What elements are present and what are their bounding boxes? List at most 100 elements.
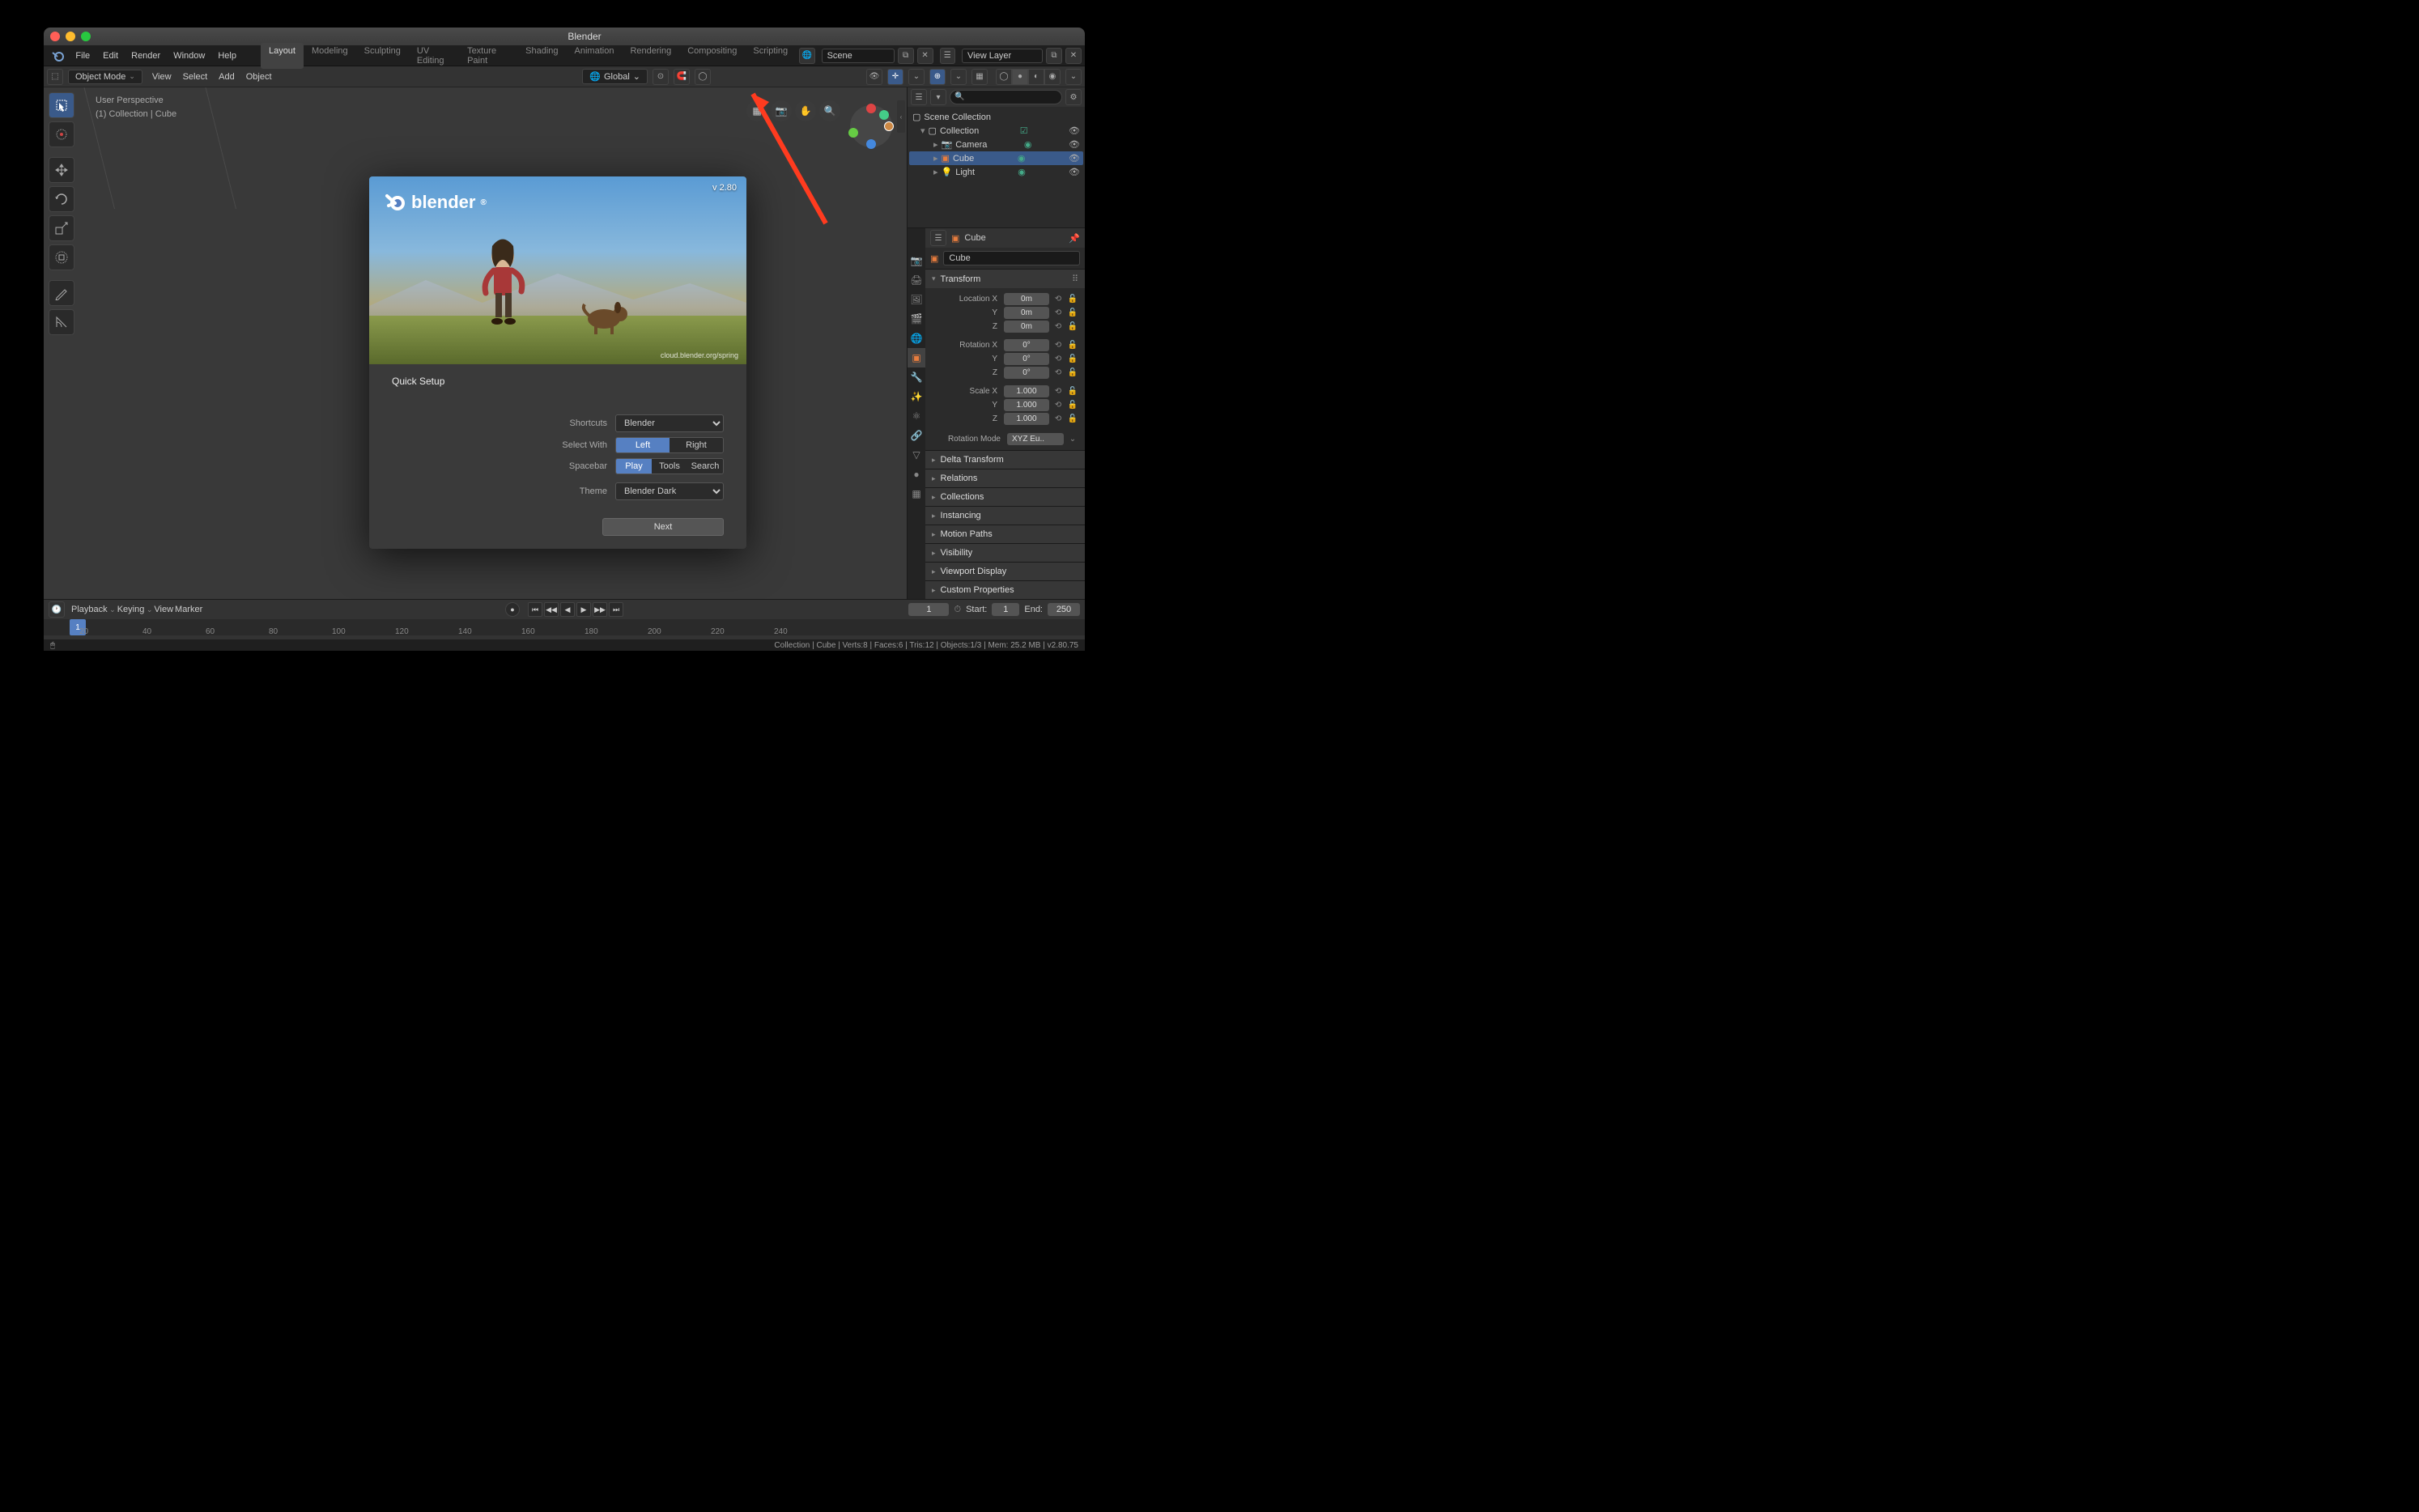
jump-start-icon[interactable]: ⏮ [528, 602, 542, 617]
loc-x[interactable]: 0m [1004, 293, 1049, 305]
menu-help[interactable]: Help [211, 49, 243, 63]
mode-select[interactable]: Object Mode⌄ [68, 70, 142, 84]
timeline-editor-icon[interactable]: 🕐 [49, 601, 65, 618]
object-name-field[interactable]: Cube [943, 251, 1080, 265]
viewport-menu-select[interactable]: Select [178, 70, 213, 84]
tool-select-box[interactable] [49, 92, 74, 118]
new-scene-icon[interactable]: ⧉ [898, 48, 914, 64]
prop-tab-material[interactable]: ● [908, 465, 925, 484]
blender-logo-icon[interactable] [50, 49, 64, 63]
tab-uv-editing[interactable]: UV Editing [409, 43, 459, 69]
prop-tab-data[interactable]: ▽ [908, 445, 925, 465]
panel-delta-transform[interactable]: Delta Transform [925, 451, 1085, 469]
menu-edit[interactable]: Edit [96, 49, 125, 63]
timeline-menu-playback[interactable]: Playback [71, 605, 116, 614]
tab-sculpting[interactable]: Sculpting [356, 43, 409, 69]
window-maximize[interactable] [81, 32, 91, 41]
spacebar-search[interactable]: Search [687, 459, 723, 474]
scale-y[interactable]: 1.000 [1004, 399, 1049, 411]
scale-z[interactable]: 1.000 [1004, 413, 1049, 425]
outliner-search[interactable] [950, 90, 1062, 104]
axis-x-neg[interactable] [848, 128, 858, 138]
menu-file[interactable]: File [69, 49, 96, 63]
render-toggle-icon[interactable]: ☑ [1020, 125, 1028, 136]
spacebar-play[interactable]: Play [616, 459, 652, 474]
shading-wireframe-icon[interactable]: ◯ [996, 69, 1012, 85]
nav-zoom-icon[interactable]: 🔍 [819, 100, 840, 121]
loc-z[interactable]: 0m [1004, 321, 1049, 333]
snap-icon[interactable]: 🧲 [674, 69, 690, 85]
window-close[interactable] [50, 32, 60, 41]
start-frame-field[interactable]: 1 [992, 603, 1019, 616]
pivot-icon[interactable]: ⊙ [653, 69, 669, 85]
panel-relations[interactable]: Relations [925, 469, 1085, 487]
prop-tab-world[interactable]: 🌐 [908, 329, 925, 348]
orbit-gizmo[interactable] [848, 104, 894, 149]
outliner-display-icon[interactable]: ▾ [930, 89, 946, 105]
current-frame-field[interactable]: 1 [908, 603, 949, 616]
tab-layout[interactable]: Layout [261, 43, 304, 69]
tool-annotate[interactable] [49, 280, 74, 306]
overlay-toggle-icon[interactable]: ⊕ [929, 69, 946, 85]
tab-modeling[interactable]: Modeling [304, 43, 356, 69]
panel-instancing[interactable]: Instancing [925, 507, 1085, 525]
prop-tab-render[interactable]: 📷 [908, 251, 925, 270]
visibility-icon[interactable]: 👁 [1069, 125, 1080, 136]
scene-name-field[interactable]: Scene [822, 49, 895, 63]
outliner-editor-icon[interactable]: ☰ [911, 89, 927, 105]
menu-window[interactable]: Window [167, 49, 211, 63]
delete-viewlayer-icon[interactable]: ✕ [1065, 48, 1082, 64]
proportional-icon[interactable]: ◯ [695, 69, 711, 85]
jump-end-icon[interactable]: ⏭ [609, 602, 623, 617]
scale-x[interactable]: 1.000 [1004, 385, 1049, 397]
tool-move[interactable] [49, 157, 74, 183]
viewport-menu-view[interactable]: View [147, 70, 176, 84]
props-editor-icon[interactable]: ☰ [930, 230, 946, 246]
jump-prev-key-icon[interactable]: ◀◀ [544, 602, 559, 617]
prop-tab-texture[interactable]: ▦ [908, 484, 925, 503]
shading-solid-icon[interactable]: ● [1012, 69, 1028, 85]
link-icon[interactable]: ⟲ [1052, 295, 1064, 304]
tab-shading[interactable]: Shading [517, 43, 566, 69]
rot-z[interactable]: 0° [1004, 367, 1049, 379]
tab-rendering[interactable]: Rendering [622, 43, 679, 69]
axis-z-neg[interactable] [866, 139, 876, 149]
editor-type-icon[interactable]: ⬚ [47, 69, 63, 85]
outliner-item-light[interactable]: ▸💡Light◉👁 [909, 165, 1083, 179]
viewlayer-name-field[interactable]: View Layer [962, 49, 1043, 63]
timeline-ruler[interactable]: 1 20406080100120140160180200220240 [44, 619, 1085, 635]
prop-tab-physics[interactable]: ⚛ [908, 406, 925, 426]
viewport-menu-object[interactable]: Object [241, 70, 277, 84]
visibility-icon[interactable]: 👁 [866, 69, 882, 85]
menu-render[interactable]: Render [125, 49, 167, 63]
prop-tab-modifiers[interactable]: 🔧 [908, 367, 925, 387]
shading-rendered-icon[interactable]: ◉ [1044, 69, 1061, 85]
gizmo-toggle-icon[interactable]: ✛ [887, 69, 903, 85]
viewport-menu-add[interactable]: Add [214, 70, 240, 84]
select-with-right[interactable]: Right [670, 438, 723, 452]
n-panel-toggle[interactable]: ‹ [897, 100, 905, 133]
timeline-menu-marker[interactable]: Marker [175, 605, 202, 614]
xray-icon[interactable]: ▦ [971, 69, 988, 85]
tool-scale[interactable] [49, 215, 74, 241]
jump-next-key-icon[interactable]: ▶▶ [593, 602, 607, 617]
tab-animation[interactable]: Animation [567, 43, 623, 69]
orientation-select[interactable]: 🌐 Global ⌄ [582, 69, 648, 84]
outliner-filter-icon[interactable]: ⚙ [1065, 89, 1082, 105]
prop-tab-scene[interactable]: 🎬 [908, 309, 925, 329]
axis-y[interactable] [884, 121, 894, 131]
outliner-item-cube[interactable]: ▸▣Cube◉👁 [909, 151, 1083, 165]
pin-icon[interactable]: 📌 [1069, 233, 1080, 244]
select-with-left[interactable]: Left [616, 438, 670, 452]
prop-tab-output[interactable]: 🖨 [908, 270, 925, 290]
prop-tab-particles[interactable]: ✨ [908, 387, 925, 406]
outliner-scene-collection[interactable]: ▢Scene Collection [909, 110, 1083, 124]
play-reverse-icon[interactable]: ◀ [560, 602, 575, 617]
play-icon[interactable]: ▶ [576, 602, 591, 617]
auto-keying-icon[interactable]: ● [505, 602, 520, 617]
shortcuts-select[interactable]: Blender [615, 414, 724, 432]
loc-y[interactable]: 0m [1004, 307, 1049, 319]
tool-transform[interactable] [49, 244, 74, 270]
prop-tab-constraints[interactable]: 🔗 [908, 426, 925, 445]
timeline-menu-view[interactable]: View [154, 605, 173, 614]
